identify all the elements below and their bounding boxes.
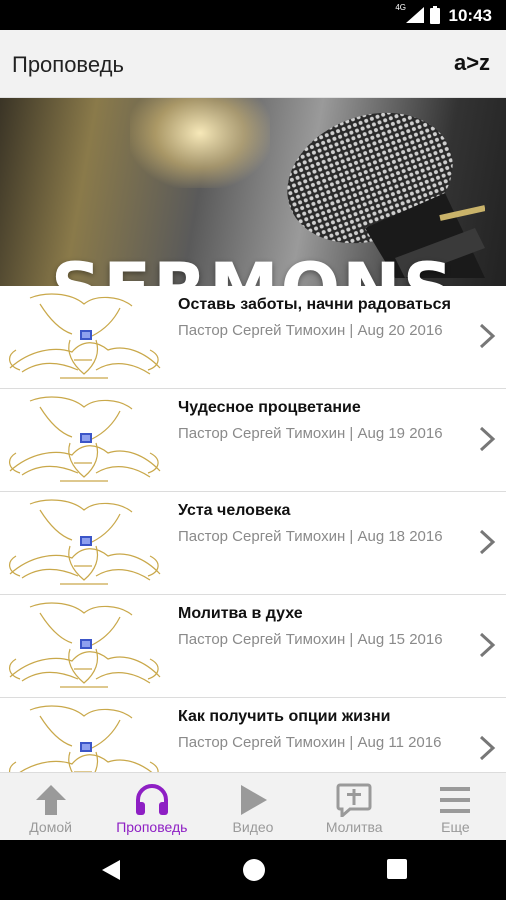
screen: 4G 10:43 Проповедь a>z SERMONS Оставь за (0, 0, 506, 900)
page-title: Проповедь (12, 52, 124, 77)
tab-label: Видео (232, 819, 274, 835)
sermon-row[interactable]: Уста человека Пастор Сергей Тимохин | Aug… (0, 492, 506, 595)
menu-icon (440, 787, 471, 813)
sermon-row[interactable]: Оставь заботы, начни радоваться Пастор Се… (0, 286, 506, 389)
status-time: 10:43 (448, 6, 492, 25)
chevron-right-icon (479, 632, 496, 658)
back-icon[interactable] (100, 858, 122, 882)
sermons-banner: SERMONS (0, 98, 506, 286)
tab-video[interactable]: Видео (202, 773, 303, 840)
chevron-right-icon (479, 323, 496, 349)
sermon-list[interactable]: Оставь заботы, начни радоваться Пастор Се… (0, 286, 506, 772)
network-type: 4G (395, 3, 406, 12)
sermon-title: Чудесное процветание (178, 399, 361, 416)
tab-prayer[interactable]: Молитва (304, 773, 405, 840)
sermon-meta: Пастор Сергей Тимохин | Aug 19 2016 (178, 425, 443, 442)
chevron-right-icon (479, 735, 496, 761)
app-bar: Проповедь a>z (0, 30, 506, 98)
prayer-bubble-icon (336, 783, 372, 817)
tab-home[interactable]: Домой (0, 773, 101, 840)
sermon-row[interactable]: Чудесное процветание Пастор Сергей Тимохи… (0, 389, 506, 492)
signal-icon (406, 7, 424, 23)
sort-az-button[interactable]: a>z (448, 48, 496, 78)
sermon-meta: Пастор Сергей Тимохин | Aug 11 2016 (178, 734, 442, 751)
sermon-meta: Пастор Сергей Тимохин | Aug 15 2016 (178, 631, 443, 648)
tab-label: Молитва (325, 819, 383, 835)
sermon-title: Уста человека (178, 502, 291, 519)
recents-icon[interactable] (386, 858, 408, 880)
sermon-row[interactable]: Как получить опции жизни Пастор Сергей Ти… (0, 698, 506, 772)
tab-label: Проповедь (116, 819, 188, 835)
battery-icon (430, 6, 440, 24)
arrow-up-icon (35, 785, 66, 815)
home-icon[interactable] (242, 858, 266, 882)
sermon-title: Оставь заботы, начни радоваться (178, 296, 451, 313)
play-icon (241, 785, 267, 815)
sermon-thumbnail (9, 705, 159, 772)
sermon-thumbnail (9, 396, 161, 482)
sermon-title: Молитва в духе (178, 605, 303, 622)
sermon-meta: Пастор Сергей Тимохин | Aug 20 2016 (178, 322, 443, 339)
tab-more[interactable]: Еще (405, 773, 506, 840)
sermon-title: Как получить опции жизни (178, 708, 391, 725)
tab-sermons[interactable]: Проповедь (101, 773, 202, 840)
banner-title: SERMONS (0, 248, 506, 286)
headphones-icon (135, 784, 168, 815)
tab-label: Домой (29, 819, 72, 835)
sermon-meta: Пастор Сергей Тимохин | Aug 18 2016 (178, 528, 443, 545)
status-bar: 4G 10:43 (0, 0, 506, 30)
chevron-right-icon (479, 529, 496, 555)
sermon-thumbnail (9, 602, 161, 688)
sermon-thumbnail (9, 293, 161, 379)
sermon-thumbnail (9, 499, 161, 585)
sermon-row[interactable]: Молитва в духе Пастор Сергей Тимохин | Au… (0, 595, 506, 698)
tab-label: Еще (441, 819, 470, 835)
chevron-right-icon (479, 426, 496, 452)
bottom-tab-bar: Домой Проповедь Видео Молитва Еще (0, 772, 506, 840)
system-nav-bar (0, 840, 506, 900)
